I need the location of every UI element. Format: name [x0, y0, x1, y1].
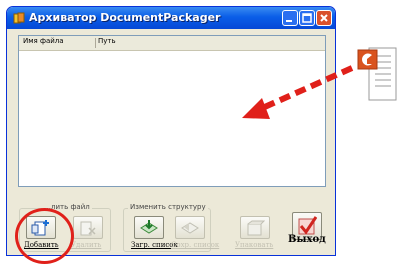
- presentation-file-icon: [357, 47, 397, 101]
- drag-arrow: [242, 65, 354, 119]
